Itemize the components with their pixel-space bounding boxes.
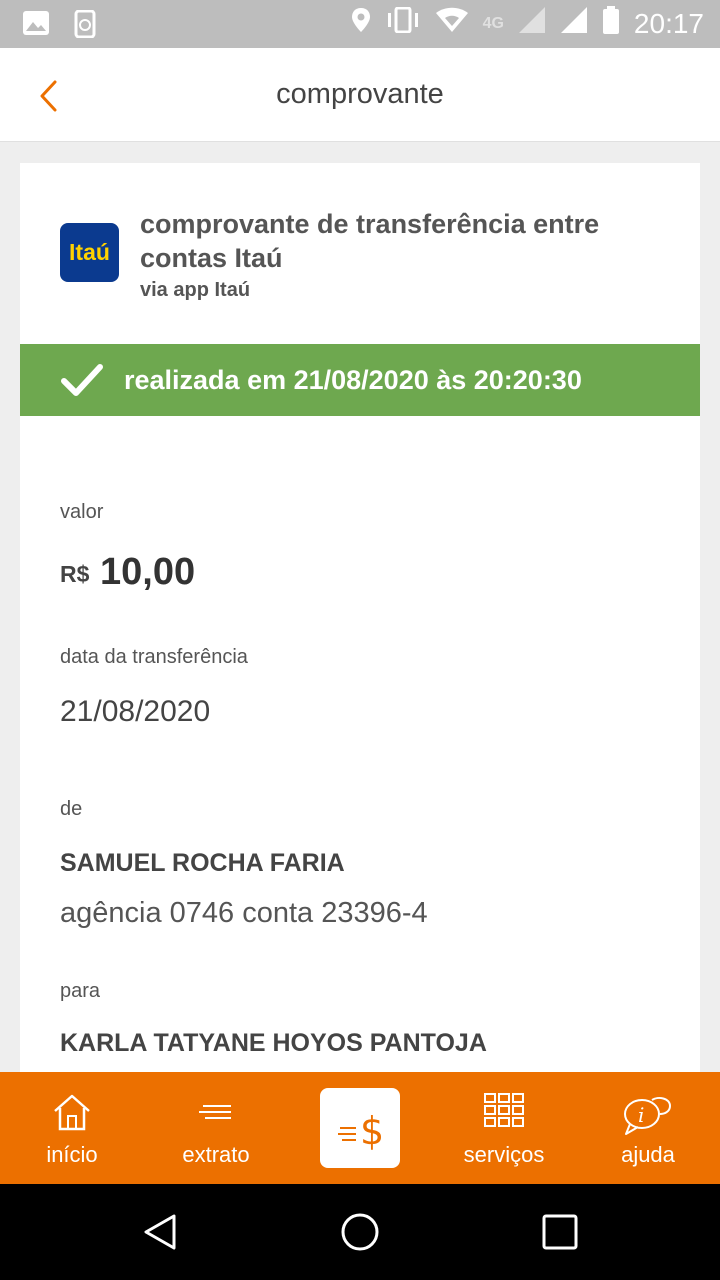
from-label: de	[60, 798, 83, 820]
triangle-back-icon	[144, 1214, 176, 1250]
system-recents-button[interactable]	[540, 1212, 580, 1252]
to-label: para	[60, 980, 101, 1002]
from-account: agência 0746 conta 23396-4	[60, 897, 428, 929]
date-label: data da transferência	[60, 646, 248, 668]
system-back-button[interactable]	[140, 1212, 180, 1252]
statement-icon	[199, 1105, 231, 1119]
logo-text: Itaú	[69, 239, 110, 265]
check-icon	[61, 364, 103, 396]
circle-home-icon	[341, 1213, 379, 1251]
amount-value: 10,00	[100, 551, 196, 593]
signal-icon	[518, 6, 546, 41]
location-icon	[351, 7, 371, 40]
nav-servicos[interactable]: serviços	[432, 1072, 576, 1184]
help-chat-icon: i	[624, 1097, 672, 1135]
date-value: 21/08/2020	[60, 695, 211, 728]
vibrate-icon	[385, 6, 421, 40]
receipt-subtitle: via app Itaú	[140, 279, 251, 301]
value-label: valor	[60, 501, 104, 523]
wifi-icon	[435, 7, 469, 40]
status-bar: 4G 20:17	[0, 0, 720, 48]
image-icon	[22, 10, 50, 43]
system-nav-bar	[0, 1184, 720, 1280]
from-name: SAMUEL ROCHA FARIA	[60, 849, 345, 877]
to-name: KARLA TATYANE HOYOS PANTOJA	[60, 1029, 487, 1057]
home-icon	[54, 1094, 90, 1131]
signal-icon	[560, 6, 588, 41]
app-bar: comprovante	[0, 48, 720, 142]
nav-inicio[interactable]: início	[0, 1072, 144, 1184]
receipt-title: comprovante de transferência entre conta…	[140, 209, 600, 273]
phone-sync-icon	[72, 9, 98, 43]
svg-text:$: $	[360, 1109, 384, 1150]
nav-ajuda[interactable]: i ajuda	[576, 1072, 720, 1184]
itau-logo: Itaú	[60, 223, 119, 282]
nav-label: serviços	[463, 1142, 545, 1167]
status-text: realizada em 21/08/2020 às 20:20:30	[124, 365, 582, 395]
nav-label: ajuda	[621, 1142, 675, 1167]
status-banner: realizada em 21/08/2020 às 20:20:30	[20, 344, 700, 416]
nav-extrato[interactable]: extrato	[144, 1072, 288, 1184]
receipt-card: Itaú comprovante de transferência entre …	[20, 163, 700, 1073]
battery-icon	[602, 6, 620, 41]
svg-text:i: i	[638, 1103, 644, 1127]
transfer-money-icon: $	[338, 1109, 384, 1150]
square-recents-icon	[542, 1214, 578, 1250]
currency-symbol: R$	[60, 561, 90, 587]
bottom-nav: início extrato $ serviços i ajuda	[0, 1072, 720, 1184]
nav-label: extrato	[182, 1142, 250, 1167]
page-title: comprovante	[276, 78, 444, 110]
nav-label: início	[46, 1142, 98, 1167]
grid-icon	[484, 1093, 524, 1127]
network-type: 4G	[482, 14, 504, 32]
transfer-button[interactable]: $	[320, 1088, 400, 1168]
system-home-button[interactable]	[340, 1212, 380, 1252]
clock: 20:17	[633, 7, 704, 39]
